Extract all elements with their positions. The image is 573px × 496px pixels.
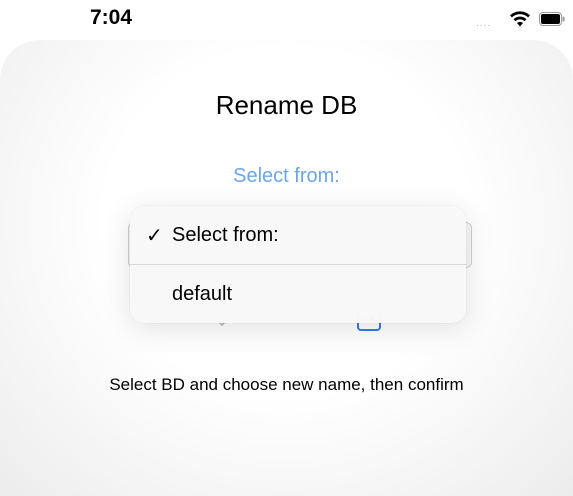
wifi-icon — [510, 11, 530, 27]
menu-item-select-from[interactable]: ✓ Select from: — [130, 206, 466, 264]
screen: 7:04 .... Rename DB Select from: ✓ Selec… — [0, 0, 573, 496]
menu-item-label: default — [172, 282, 233, 305]
status-time: 7:04 — [90, 6, 133, 29]
db-dropdown-menu: ✓ Select from: default — [130, 206, 466, 323]
battery-icon — [539, 12, 565, 26]
menu-item-label: Select from: — [172, 223, 279, 246]
instructions-text: Select BD and choose new name, then conf… — [109, 375, 464, 394]
page-title: Rename DB — [215, 90, 358, 120]
status-bar: 7:04 .... — [0, 0, 573, 40]
cellular-signal-icon: .... — [476, 18, 492, 29]
menu-item-default[interactable]: default — [130, 265, 466, 323]
select-from-label: Select from: — [233, 165, 340, 187]
checkmark-icon: ✓ — [146, 224, 163, 247]
